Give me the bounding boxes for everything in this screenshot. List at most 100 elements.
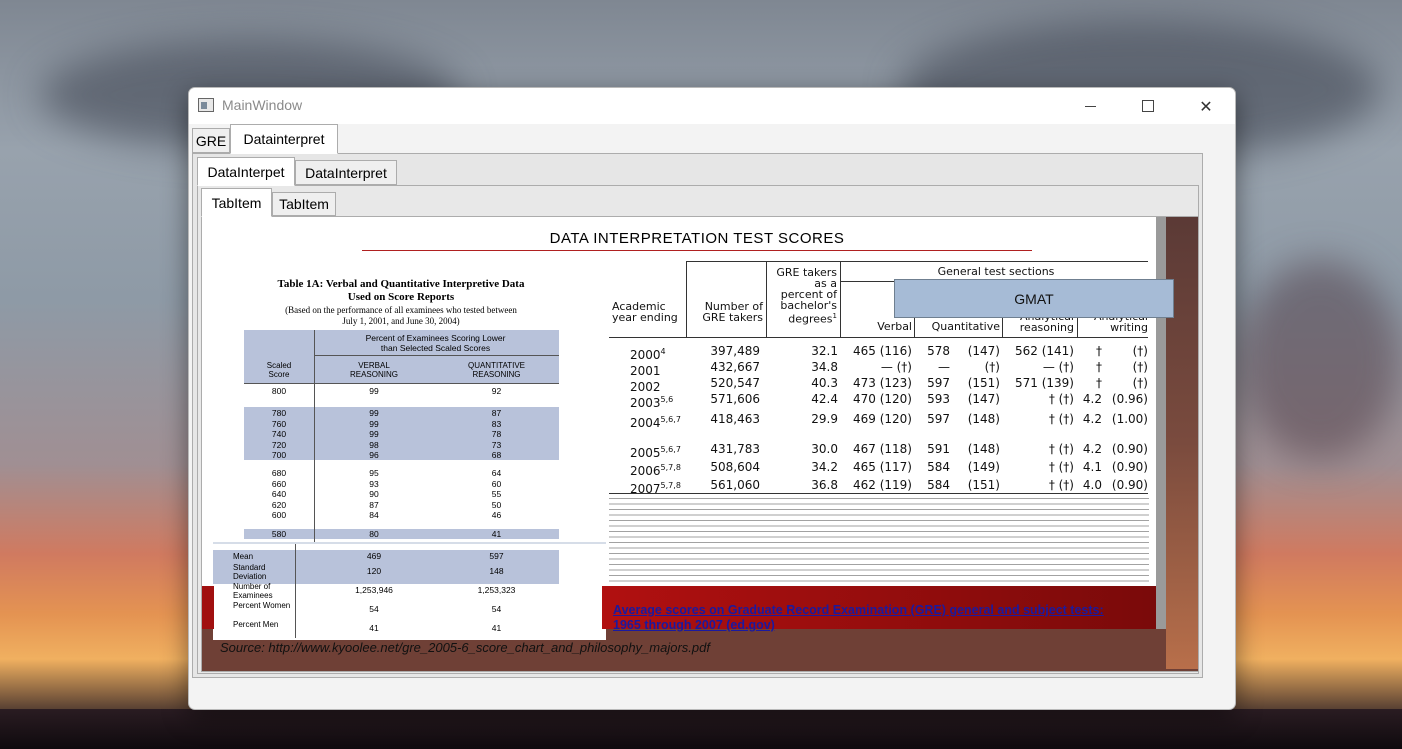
maximize-icon [1142,100,1154,112]
table-1a-subtitle: (Based on the performance of all examine… [213,305,589,327]
quant-cell: 597 [927,376,950,390]
tab-tabitem-1[interactable]: TabItem [201,188,272,217]
quant-percent-cell: 92 [491,386,502,396]
year-footnote: 5,6,7 [660,445,681,454]
stat-label: Mean [233,552,254,561]
verbal-percent-cell: 87 [369,499,379,510]
quant-percent-cell: 60 [491,478,502,489]
minimize-button[interactable] [1061,88,1119,124]
percent-cell: 34.8 [811,360,838,374]
analytical-writing-se-cell: (0.90) [1111,460,1148,474]
analytical-writing-cell: 4.1 [1082,460,1102,474]
quant-se-cell: (148) [967,412,1000,426]
analytical-writing-cell: 4.0 [1082,478,1102,492]
header-bottom-rule [609,337,1148,338]
percent-cell: 40.3 [811,376,838,390]
verbal-percent-cell: 95 [369,468,379,478]
quant-cell: 593 [927,392,950,406]
stat-quant-cell: 148 [489,566,504,576]
tab-datainterpet[interactable]: DataInterpet [197,157,295,186]
tab-datainterpret[interactable]: Datainterpret [230,124,338,154]
year-footnote: 4 [660,347,666,356]
header-percent-sup: 1 [832,312,837,320]
header-percent: GRE takers as a percent of bachelor's de… [769,267,837,325]
verbal-percent-cell: 99 [369,418,379,429]
stat-label: Percent Men [233,620,279,629]
scaled-score-cell: 740 [271,429,287,439]
quant-cell: — [938,360,950,374]
main-window: MainWindow ✕ GRE Datainterpret DataInter… [188,87,1236,710]
app-icon [198,98,214,112]
column-divider [314,330,315,543]
year-cell: 2001 [630,361,661,378]
number-cell: 571,606 [710,392,760,406]
quant-percent-cell: 78 [491,429,502,439]
analytical-writing-se-cell: (†) [1132,360,1148,374]
scaled-score-cell: 680 [271,468,287,478]
scaled-score-cell: 760 [271,418,287,429]
year-text: 2000 [630,348,661,362]
stat-verbal-cell: 54 [369,604,379,614]
quant-se-cell: (†) [984,360,1000,374]
analytical-reasoning-cell: † (†) [1048,412,1074,426]
percent-cell: 42.4 [811,392,838,406]
percent-header: Percent of Examinees Scoring Lower than … [314,333,557,353]
verbal-percent-cell: 99 [369,386,379,396]
maximize-button[interactable] [1119,88,1177,124]
table-bottom-rule [609,493,1148,494]
analytical-reasoning-cell: † (†) [1048,478,1074,492]
source-caption: Source: http://www.kyoolee.net/gre_2005-… [220,640,710,655]
analytical-reasoning-cell: 562 (141) [1015,344,1074,358]
tab-gre[interactable]: GRE [192,128,230,153]
number-cell: 418,463 [710,412,760,426]
stat-quant-cell: 41 [491,623,502,633]
close-button[interactable]: ✕ [1177,88,1235,124]
verbal-cell: 469 (120) [853,412,912,426]
gmat-button[interactable]: GMAT [894,279,1174,318]
verbal-percent-cell: 96 [369,450,379,460]
stat-quant-cell: 597 [489,551,504,561]
title-bar[interactable]: MainWindow ✕ [189,88,1235,124]
stat-verbal-cell: 1,253,946 [355,585,393,595]
quant-cell: 578 [927,344,950,358]
col-verbal: VERBAL REASONING [314,361,434,379]
analytical-writing-se-cell: (†) [1132,376,1148,390]
analytical-reasoning-cell: † (†) [1048,442,1074,456]
number-cell: 508,604 [710,460,760,474]
tab-datainterpret-2[interactable]: DataInterpret [295,160,397,185]
title-rule [362,250,1032,251]
year-footnote: 5,6,7 [660,415,681,424]
quant-cell: 584 [927,478,950,492]
red-band-left [202,586,214,629]
source-link[interactable]: Average scores on Graduate Record Examin… [613,603,1123,633]
window-title: MainWindow [222,97,303,113]
stats-divider [295,544,296,638]
analytical-reasoning-cell: † (†) [1048,392,1074,406]
table-1a-title-line2: Used on Score Reports [347,291,455,303]
verbal-cell: — (†) [880,360,912,374]
analytical-writing-cell: † [1096,360,1102,374]
quant-se-cell: (149) [967,460,1000,474]
minimize-icon [1084,105,1096,107]
analytical-writing-se-cell: (0.96) [1111,392,1148,406]
quant-se-cell: (151) [967,376,1000,390]
footnotes-fine-print [609,498,1149,598]
verbal-cell: 465 (117) [853,460,912,474]
scaled-score-cell: 660 [271,478,287,489]
year-footnote: 5,6 [660,395,674,404]
tab-tabitem-2[interactable]: TabItem [272,192,336,216]
year-footnote: 5,7,8 [660,481,681,490]
analytical-writing-se-cell: (1.00) [1111,412,1148,426]
year-text: 2006 [630,464,661,478]
table-1a: Table 1A: Verbal and Quantitative Interp… [213,260,606,640]
col-rule [840,261,841,337]
col-quantitative: QUANTITATIVE REASONING [434,361,559,379]
header-number: Number of GRE takers [702,300,763,324]
col-scaled-score: Scaled Score [244,361,314,379]
quant-percent-cell: 41 [491,529,502,539]
percent-cell: 34.2 [811,460,838,474]
stat-label: Standard Deviation [233,563,267,581]
group-header: General test sections [937,265,1055,278]
tab-content-datainterpret: DataInterpet DataInterpret TabItem TabIt… [192,153,1203,678]
number-cell: 431,783 [710,442,760,456]
